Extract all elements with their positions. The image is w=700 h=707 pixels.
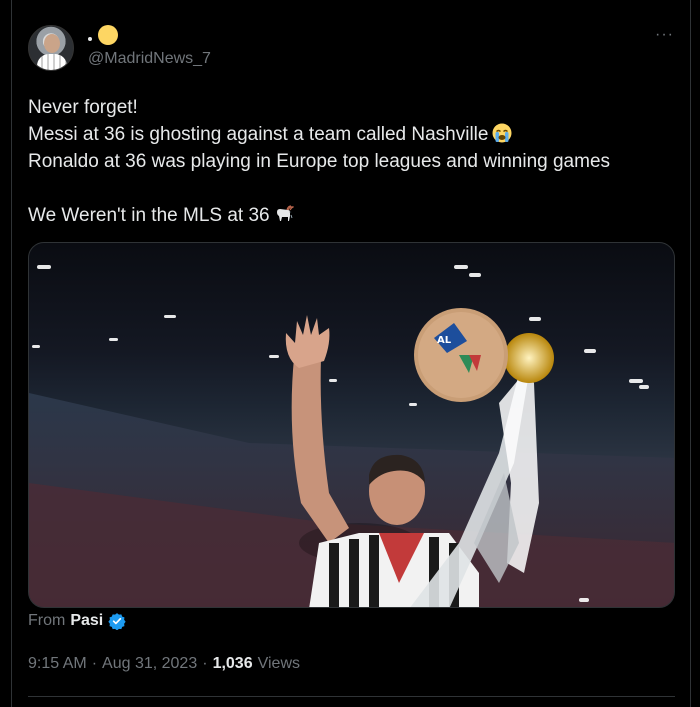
tweet-line-2-text: Messi at 36 is ghosting against a team c… xyxy=(28,124,489,145)
crying-face-emoji-icon xyxy=(492,123,512,143)
tweet-metadata: 9:15 AM · Aug 31, 2023 · 1,036 Views xyxy=(28,655,300,673)
tweet-date[interactable]: Aug 31, 2023 xyxy=(102,655,197,673)
goat-emoji-icon xyxy=(276,205,294,221)
tweet-line-3-text: Ronaldo at 36 was playing in Europe top … xyxy=(28,151,611,172)
tweet-line-1-text: Never forget! xyxy=(28,97,138,118)
trophy-lift-photo-icon: AL xyxy=(29,265,674,607)
views-label: Views xyxy=(257,655,300,672)
display-name-emoji-icon xyxy=(98,25,118,45)
tweet-text: Never forget! Messi at 36 is ghosting ag… xyxy=(28,94,668,229)
tweet-media-photo[interactable]: AL xyxy=(28,242,675,608)
views-count[interactable]: 1,036 xyxy=(213,655,253,673)
meta-separator: · xyxy=(91,655,98,672)
divider xyxy=(28,696,675,697)
tweet-line-1: Never forget! xyxy=(28,94,668,121)
timeline-right-border xyxy=(690,0,691,707)
display-name-dot xyxy=(88,37,92,41)
meta-separator-2: · xyxy=(202,655,208,672)
author-handle[interactable]: @MadridNews_7 xyxy=(88,50,211,68)
tweet-line-4-text: We Weren't in the MLS at 36 xyxy=(28,205,270,226)
display-name[interactable] xyxy=(88,24,118,46)
more-options-button[interactable]: ··· xyxy=(655,26,674,44)
tweet-line-4: We Weren't in the MLS at 36 xyxy=(28,202,668,229)
source-prefix: From xyxy=(28,612,66,629)
verified-badge-icon xyxy=(108,613,126,630)
tweet-line-2: Messi at 36 is ghosting against a team c… xyxy=(28,121,668,148)
svg-text:AL: AL xyxy=(437,335,452,346)
avatar-head xyxy=(44,34,60,53)
tweet-time[interactable]: 9:15 AM xyxy=(28,655,87,673)
source-name-link[interactable]: Pasi xyxy=(70,612,103,630)
avatar-shirt xyxy=(37,54,67,70)
timeline-left-border xyxy=(11,0,12,707)
tweet-container: @MadridNews_7 ··· Never forget! Messi at… xyxy=(0,0,700,707)
source-attribution: From Pasi xyxy=(28,612,126,630)
tweet-line-3: Ronaldo at 36 was playing in Europe top … xyxy=(28,148,668,175)
avatar[interactable] xyxy=(28,25,74,71)
